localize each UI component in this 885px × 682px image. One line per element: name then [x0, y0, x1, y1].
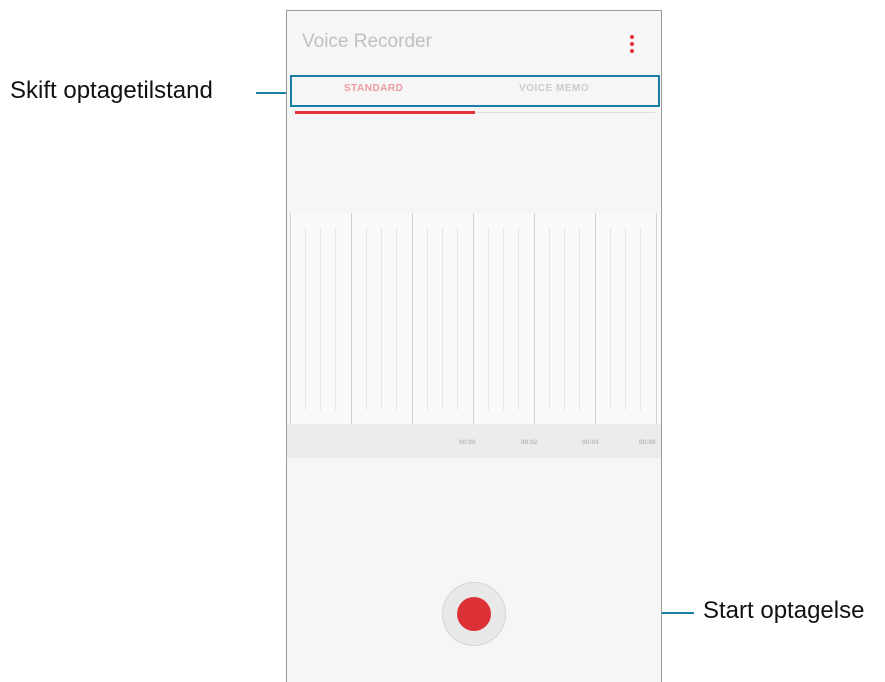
- grid-line: [488, 227, 489, 410]
- grid-line: [579, 227, 580, 410]
- time-tick-label: 00:06: [639, 439, 656, 446]
- record-dot-icon: [457, 597, 491, 631]
- grid-line: [625, 227, 626, 410]
- more-vertical-icon[interactable]: [626, 33, 638, 55]
- waveform-area: [290, 213, 660, 424]
- grid-line: [366, 227, 367, 410]
- grid-line: [335, 227, 336, 410]
- grid-line: [320, 227, 321, 410]
- tab-voice-memo[interactable]: VOICE MEMO: [519, 83, 589, 94]
- grid-line: [351, 213, 352, 424]
- grid-line: [290, 213, 291, 424]
- grid-line: [427, 227, 428, 410]
- grid-line: [595, 213, 596, 424]
- time-tick-label: 00:02: [521, 439, 538, 446]
- start-recording-callout-label: Start optagelse: [703, 597, 865, 624]
- grid-line: [549, 227, 550, 410]
- grid-line: [518, 227, 519, 410]
- record-button[interactable]: [442, 582, 506, 646]
- grid-line: [305, 227, 306, 410]
- timeline-strip: 00:00 00:02 00:04 00:06: [287, 424, 661, 458]
- time-tick-label: 00:00: [459, 439, 476, 446]
- mode-switch-callout-line: [256, 92, 289, 94]
- grid-line: [564, 227, 565, 410]
- mode-switch-callout-label: Skift optagetilstand: [10, 77, 213, 104]
- grid-line: [457, 227, 458, 410]
- grid-line: [640, 227, 641, 410]
- grid-line: [534, 213, 535, 424]
- tab-standard[interactable]: STANDARD: [344, 83, 403, 94]
- grid-line: [473, 213, 474, 424]
- grid-line: [442, 227, 443, 410]
- tab-selected-indicator: [295, 111, 475, 114]
- grid-line: [503, 227, 504, 410]
- grid-line: [610, 227, 611, 410]
- grid-line: [381, 227, 382, 410]
- grid-line: [656, 213, 657, 424]
- phone-screen: Voice Recorder STANDARD VOICE MEMO 00:00…: [286, 10, 662, 682]
- time-tick-label: 00:04: [582, 439, 599, 446]
- grid-line: [412, 213, 413, 424]
- grid-line: [396, 227, 397, 410]
- app-title: Voice Recorder: [302, 31, 432, 52]
